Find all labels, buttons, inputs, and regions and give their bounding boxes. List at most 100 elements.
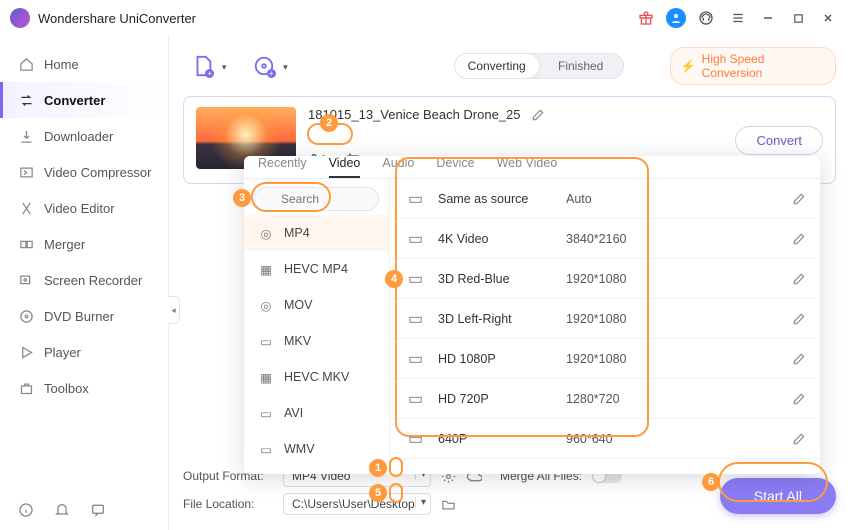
preset-row[interactable]: ▭HD 1080P1920*1080 xyxy=(390,339,820,379)
sidebar-label: Home xyxy=(44,57,79,72)
preset-row[interactable]: ▭Same as sourceAuto xyxy=(390,179,820,219)
content-area: ◂ +▾ +▾ Converting Finished ⚡ High Speed… xyxy=(168,36,850,530)
format-label: HEVC MKV xyxy=(284,370,349,384)
sidebar-item-home[interactable]: Home xyxy=(0,46,168,82)
collapse-sidebar-button[interactable]: ◂ xyxy=(168,296,180,324)
tab-converting[interactable]: Converting xyxy=(455,54,539,78)
sidebar-item-merger[interactable]: Merger xyxy=(0,226,168,262)
preset-row[interactable]: ▭3D Red-Blue1920*1080 xyxy=(390,259,820,299)
format-label: MKV xyxy=(284,334,311,348)
menu-icon[interactable] xyxy=(726,6,750,30)
feedback-icon[interactable] xyxy=(90,502,108,520)
sidebar-item-toolbox[interactable]: Toolbox xyxy=(0,370,168,406)
search-input[interactable] xyxy=(254,187,379,211)
bell-icon[interactable] xyxy=(54,502,72,520)
format-wmv[interactable]: ▭ WMV xyxy=(244,431,389,467)
sidebar-label: Video Editor xyxy=(44,201,115,216)
format-mov[interactable]: ◎ MOV xyxy=(244,287,389,323)
add-file-button[interactable]: +▾ xyxy=(189,52,216,80)
format-hevc-mkv[interactable]: ▦ HEVC MKV xyxy=(244,359,389,395)
edit-icon[interactable] xyxy=(792,472,806,475)
preset-list: ▭Same as sourceAuto ▭ 4K Video3840*2160 ▭… xyxy=(390,179,820,474)
sidebar-item-downloader[interactable]: Downloader xyxy=(0,118,168,154)
preset-icon: ▭ xyxy=(408,229,424,249)
preset-row[interactable]: ▭ 640P960*640 xyxy=(390,419,820,459)
support-icon[interactable] xyxy=(694,6,718,30)
format-label: MOV xyxy=(284,298,312,312)
preset-res: 960*640 xyxy=(566,432,792,446)
tab-finished[interactable]: Finished xyxy=(539,54,623,78)
sidebar-item-compressor[interactable]: Video Compressor xyxy=(0,154,168,190)
preset-name: SD 576P xyxy=(438,472,566,475)
file-location-value: C:\Users\User\Desktop xyxy=(292,497,415,511)
format-hevc-mp4[interactable]: ▦HEVC MP4 xyxy=(244,251,389,287)
format-label: MP4 xyxy=(284,226,310,240)
close-button[interactable] xyxy=(816,6,840,30)
pop-tab-webvideo[interactable]: Web Video xyxy=(497,156,558,178)
edit-icon[interactable] xyxy=(792,192,806,206)
preset-row[interactable]: ▭3D Left-Right1920*1080 xyxy=(390,299,820,339)
maximize-button[interactable] xyxy=(786,6,810,30)
pop-tab-video[interactable]: Video xyxy=(329,156,361,178)
preset-res: 1920*1080 xyxy=(566,272,792,286)
sidebar-label: Converter xyxy=(44,93,105,108)
mkv-icon: ▭ xyxy=(258,333,274,349)
preset-row[interactable]: ▭ 4K Video3840*2160 xyxy=(390,219,820,259)
format-mkv[interactable]: ▭ MKV xyxy=(244,323,389,359)
sidebar-item-recorder[interactable]: Screen Recorder xyxy=(0,262,168,298)
compress-icon xyxy=(18,164,34,180)
mov-icon: ◎ xyxy=(258,297,274,313)
folder-icon[interactable] xyxy=(441,497,456,512)
preset-name: 640P xyxy=(438,432,566,446)
wmv-icon: ▭ xyxy=(258,441,274,457)
edit-icon[interactable] xyxy=(792,432,806,446)
preset-row[interactable]: ▭HD 720P1280*720 xyxy=(390,379,820,419)
start-all-button[interactable]: Start All xyxy=(720,478,836,514)
format-label: WMV xyxy=(284,442,315,456)
sidebar-item-editor[interactable]: Video Editor xyxy=(0,190,168,226)
player-icon xyxy=(18,344,34,360)
info-icon[interactable] xyxy=(18,502,36,520)
convert-button[interactable]: Convert xyxy=(735,126,823,155)
edit-icon[interactable] xyxy=(792,232,806,246)
app-logo xyxy=(10,8,30,28)
preset-res: 720*576 xyxy=(566,472,792,475)
preset-name: Same as source xyxy=(438,192,566,206)
hevc-icon: ▦ xyxy=(258,261,274,277)
preset-name: HD 720P xyxy=(438,392,566,406)
edit-name-icon[interactable] xyxy=(531,108,545,122)
pop-tab-device[interactable]: Device xyxy=(436,156,474,178)
avi-icon: ▭ xyxy=(258,405,274,421)
preset-icon: ▭ xyxy=(408,269,424,289)
gift-icon[interactable] xyxy=(634,6,658,30)
high-speed-button[interactable]: ⚡ High Speed Conversion xyxy=(670,47,836,85)
preset-res: 3840*2160 xyxy=(566,232,792,246)
preset-icon: ▭ xyxy=(408,349,424,369)
file-location-combo[interactable]: C:\Users\User\Desktop ▾ xyxy=(283,493,431,515)
converter-icon xyxy=(18,92,34,108)
format-label: AVI xyxy=(284,406,303,420)
bolt-icon: ⚡ xyxy=(681,59,696,73)
hevc-icon: ▦ xyxy=(258,369,274,385)
home-icon xyxy=(18,56,34,72)
minimize-button[interactable] xyxy=(756,6,780,30)
sidebar-label: DVD Burner xyxy=(44,309,114,324)
edit-icon[interactable] xyxy=(792,392,806,406)
account-icon[interactable] xyxy=(666,8,686,28)
sidebar-item-dvd[interactable]: DVD Burner xyxy=(0,298,168,334)
preset-row[interactable]: ▭SD 576P720*576 xyxy=(390,459,820,474)
download-icon xyxy=(18,128,34,144)
edit-icon[interactable] xyxy=(792,272,806,286)
pop-tab-audio[interactable]: Audio xyxy=(382,156,414,178)
edit-icon[interactable] xyxy=(792,352,806,366)
sidebar-item-converter[interactable]: Converter xyxy=(0,82,168,118)
format-avi[interactable]: ▭ AVI xyxy=(244,395,389,431)
pop-tab-recently[interactable]: Recently xyxy=(258,156,307,178)
preset-name: 4K Video xyxy=(438,232,566,246)
preset-name: 3D Left-Right xyxy=(438,312,566,326)
edit-icon[interactable] xyxy=(792,312,806,326)
format-mp4[interactable]: ◎MP4 xyxy=(244,215,389,251)
sidebar-item-player[interactable]: Player xyxy=(0,334,168,370)
add-dvd-button[interactable]: +▾ xyxy=(250,52,277,80)
preset-icon: ▭ xyxy=(408,429,424,449)
